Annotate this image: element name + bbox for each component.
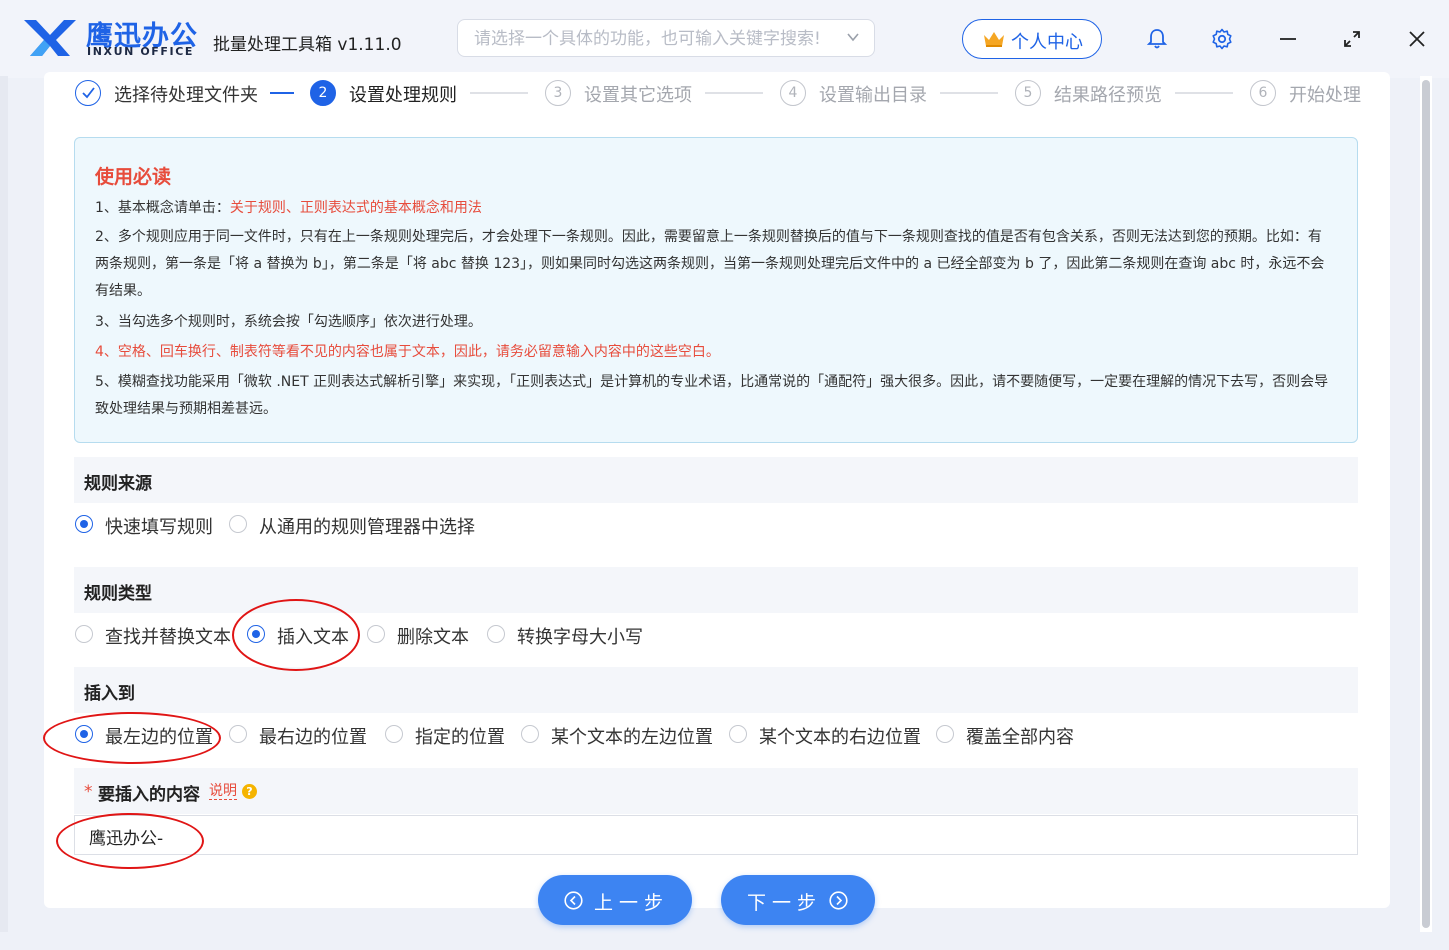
step-number: 6 xyxy=(1250,80,1276,106)
insert-to-title: 插入到 xyxy=(84,684,135,704)
notice-line-2: 2、多个规则应用于同一文件时，只有在上一条规则处理完后，才会处理下一条规则。因此… xyxy=(95,229,1325,299)
step-label: 开始处理 xyxy=(1289,85,1361,106)
radio-label: 最右边的位置 xyxy=(259,727,367,748)
notice-box: 使用必读 1、基本概念请单击：关于规则、正则表达式的基本概念和用法 2、多个规则… xyxy=(74,137,1358,443)
radio-label: 查找并替换文本 xyxy=(105,627,231,648)
crown-icon xyxy=(984,32,1004,47)
radio-label: 删除文本 xyxy=(397,627,469,648)
radio-dot[interactable] xyxy=(936,725,954,743)
radio-dot[interactable] xyxy=(75,515,93,533)
insert-content-input[interactable] xyxy=(87,822,1291,850)
radio-dot[interactable] xyxy=(229,515,247,533)
rule-source-header: 规则来源 xyxy=(74,457,1358,503)
rule-type-title: 规则类型 xyxy=(84,584,152,604)
user-center-button[interactable]: 个人中心 xyxy=(962,19,1102,59)
radio-dot[interactable] xyxy=(75,625,93,643)
scrollbar[interactable] xyxy=(1420,76,1432,932)
notice-line-1-text: 1、基本概念请单击： xyxy=(95,200,230,216)
rule-type-header: 规则类型 xyxy=(74,567,1358,613)
radio-dot[interactable] xyxy=(729,725,747,743)
step-start[interactable]: 6 开始处理 xyxy=(1250,80,1370,106)
function-search[interactable] xyxy=(457,19,875,57)
help-link[interactable]: 说明 xyxy=(209,783,237,800)
radio-dot[interactable] xyxy=(229,725,247,743)
radio-dot[interactable] xyxy=(367,625,385,643)
radio-label: 指定的位置 xyxy=(415,727,505,748)
radio-label: 转换字母大小写 xyxy=(517,627,643,648)
radio-label: 快速填写规则 xyxy=(105,517,213,538)
step-output-dir[interactable]: 4 设置输出目录 xyxy=(780,80,940,106)
close-icon[interactable] xyxy=(1405,27,1429,51)
radio-label: 覆盖全部内容 xyxy=(966,727,1074,748)
notice-line-1: 1、基本概念请单击：关于规则、正则表达式的基本概念和用法 xyxy=(95,195,1335,222)
next-step-button[interactable]: 下一步 xyxy=(721,875,875,925)
step-number: 2 xyxy=(310,80,336,106)
step-set-rules[interactable]: 2 设置处理规则 xyxy=(310,80,470,106)
check-icon xyxy=(75,80,101,106)
required-star: * xyxy=(84,782,93,802)
step-connector xyxy=(940,92,998,94)
minimize-icon[interactable] xyxy=(1276,27,1300,51)
radio-dot[interactable] xyxy=(521,725,539,743)
insert-content-header: * 要插入的内容 说明 ? xyxy=(74,768,1358,814)
help-question-icon[interactable]: ? xyxy=(242,784,257,799)
step-label: 设置其它选项 xyxy=(584,85,692,106)
step-label: 选择待处理文件夹 xyxy=(114,85,258,106)
step-number: 4 xyxy=(780,80,806,106)
notice-title: 使用必读 xyxy=(95,166,172,188)
scrollbar-thumb[interactable] xyxy=(1422,80,1430,928)
logo-subtext: INXUN OFFICE xyxy=(87,45,195,58)
radio-dot[interactable] xyxy=(487,625,505,643)
step-connector xyxy=(270,92,294,94)
step-preview[interactable]: 5 结果路径预览 xyxy=(1015,80,1175,106)
step-number: 3 xyxy=(545,80,571,106)
inxun-logo-icon xyxy=(24,20,76,56)
search-input[interactable] xyxy=(472,26,836,52)
insert-content-title: 要插入的内容 xyxy=(98,785,200,805)
chevron-down-icon[interactable] xyxy=(844,28,862,46)
prev-step-button[interactable]: 上一步 xyxy=(538,875,692,925)
left-edge xyxy=(0,76,8,932)
step-label: 结果路径预览 xyxy=(1054,85,1162,106)
notice-line-3: 3、当勾选多个规则时，系统会按「勾选顺序」依次进行处理。 xyxy=(95,314,482,330)
step-connector xyxy=(470,92,528,94)
step-other-options[interactable]: 3 设置其它选项 xyxy=(545,80,705,106)
chevron-right-circle-icon xyxy=(829,891,848,910)
title-bar: 鹰迅办公 INXUN OFFICE 批量处理工具箱 v1.11.0 个人中心 xyxy=(0,0,1449,78)
step-label: 设置输出目录 xyxy=(819,85,927,106)
insert-to-header: 插入到 xyxy=(74,667,1358,713)
gear-icon[interactable] xyxy=(1210,27,1234,51)
rule-source-title: 规则来源 xyxy=(84,474,152,494)
radio-dot[interactable] xyxy=(385,725,403,743)
insert-content-field[interactable] xyxy=(74,815,1358,855)
notice-line-4: 4、空格、回车换行、制表符等看不见的内容也属于文本，因此，请务必留意输入内容中的… xyxy=(95,344,720,360)
radio-label: 插入文本 xyxy=(277,627,349,648)
step-select-folder[interactable]: 选择待处理文件夹 xyxy=(75,80,265,106)
step-connector xyxy=(1175,92,1233,94)
user-center-label: 个人中心 xyxy=(1011,32,1083,53)
step-connector xyxy=(705,92,763,94)
radio-label: 某个文本的右边位置 xyxy=(759,727,921,748)
step-number: 5 xyxy=(1015,80,1041,106)
radio-label: 从通用的规则管理器中选择 xyxy=(259,517,475,538)
radio-label: 某个文本的左边位置 xyxy=(551,727,713,748)
app-title: 批量处理工具箱 v1.11.0 xyxy=(213,35,402,55)
radio-dot[interactable] xyxy=(247,625,265,643)
maximize-icon[interactable] xyxy=(1340,27,1364,51)
radio-label: 最左边的位置 xyxy=(105,727,213,748)
notice-line-5: 5、模糊查找功能采用「微软 .NET 正则表达式解析引擎」来实现，「正则表达式」… xyxy=(95,374,1329,417)
bell-icon[interactable] xyxy=(1145,27,1169,51)
step-label: 设置处理规则 xyxy=(349,85,457,106)
prev-step-label: 上一步 xyxy=(594,893,670,914)
radio-dot[interactable] xyxy=(75,725,93,743)
concept-help-link[interactable]: 关于规则、正则表达式的基本概念和用法 xyxy=(230,200,482,216)
chevron-left-circle-icon xyxy=(564,891,583,910)
next-step-label: 下一步 xyxy=(747,893,823,914)
